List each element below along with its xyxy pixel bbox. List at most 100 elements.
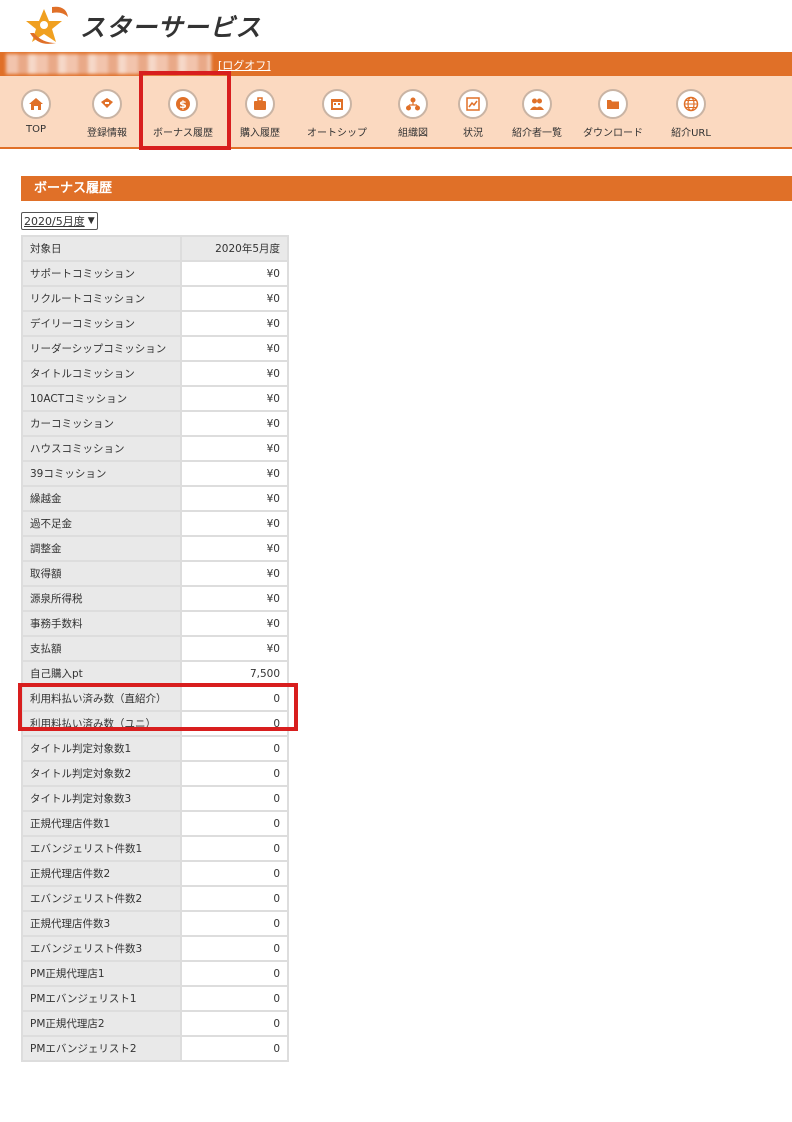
table-row: 正規代理店件数2 0 <box>23 862 287 885</box>
row-value: ¥0 <box>182 612 287 635</box>
table-row: 調整金 ¥0 <box>23 537 287 560</box>
dollar-icon: $ <box>168 89 198 119</box>
row-label: エバンジェリスト件数2 <box>23 887 180 910</box>
row-value: 0 <box>182 812 287 835</box>
svg-text:$: $ <box>179 98 187 111</box>
row-value: 0 <box>182 912 287 935</box>
row-value: 0 <box>182 1037 287 1060</box>
nav-item-bonus-history[interactable]: $ ボーナス履歴 <box>150 76 216 147</box>
row-label: デイリーコミッション <box>23 312 180 335</box>
row-value: 0 <box>182 787 287 810</box>
nav-item-autoship[interactable]: オートシップ <box>304 76 370 147</box>
row-value: ¥0 <box>182 512 287 535</box>
row-label: 利用料払い済み数（ユニ） <box>23 712 180 735</box>
row-value: ¥0 <box>182 487 287 510</box>
row-label: 過不足金 <box>23 512 180 535</box>
table-row: 取得額 ¥0 <box>23 562 287 585</box>
table-row: 正規代理店件数3 0 <box>23 912 287 935</box>
nav-item-purchase-history[interactable]: 購入履歴 <box>238 76 282 147</box>
row-value: 0 <box>182 837 287 860</box>
row-label: タイトル判定対象数2 <box>23 762 180 785</box>
table-row: PMエバンジェリスト2 0 <box>23 1037 287 1060</box>
row-value: ¥0 <box>182 562 287 585</box>
row-label: タイトルコミッション <box>23 362 180 385</box>
table-row: タイトルコミッション ¥0 <box>23 362 287 385</box>
row-label: 繰越金 <box>23 487 180 510</box>
briefcase-icon <box>245 89 275 119</box>
table-row: 自己購入pt 7,500 <box>23 662 287 685</box>
row-value: 0 <box>182 1012 287 1035</box>
table-row: 対象日 2020年5月度 <box>23 237 287 260</box>
calendar-icon <box>322 89 352 119</box>
nav-label: 紹介URL <box>671 128 711 139</box>
row-value: 0 <box>182 987 287 1010</box>
registration-icon <box>92 89 122 119</box>
row-value: ¥0 <box>182 437 287 460</box>
table-row: リーダーシップコミッション ¥0 <box>23 337 287 360</box>
table-row: 源泉所得税 ¥0 <box>23 587 287 610</box>
nav-label: 組織図 <box>398 128 428 139</box>
row-value: ¥0 <box>182 412 287 435</box>
table-row: デイリーコミッション ¥0 <box>23 312 287 335</box>
row-label: エバンジェリスト件数3 <box>23 937 180 960</box>
row-value: 0 <box>182 887 287 910</box>
row-value: ¥0 <box>182 587 287 610</box>
row-label: 10ACTコミッション <box>23 387 180 410</box>
nav-label: 登録情報 <box>87 128 127 139</box>
row-value: ¥0 <box>182 387 287 410</box>
table-row: 利用料払い済み数（直紹介） 0 <box>23 687 287 710</box>
row-value: ¥0 <box>182 312 287 335</box>
nav-label: 状況 <box>463 128 483 139</box>
row-label: エバンジェリスト件数1 <box>23 837 180 860</box>
row-label: 正規代理店件数3 <box>23 912 180 935</box>
chevron-down-icon: ▼ <box>87 216 95 226</box>
table-row: 支払額 ¥0 <box>23 637 287 660</box>
nav-item-download[interactable]: ダウンロード <box>582 76 644 147</box>
nav-item-referrer-list[interactable]: 紹介者一覧 <box>508 76 566 147</box>
row-value: ¥0 <box>182 637 287 660</box>
nav-label: 紹介者一覧 <box>512 128 562 139</box>
row-label: PMエバンジェリスト1 <box>23 987 180 1010</box>
star-logo-icon <box>26 6 68 44</box>
nav-item-registration[interactable]: 登録情報 <box>84 76 130 147</box>
nav-item-top[interactable]: TOP <box>20 76 52 147</box>
row-label: 調整金 <box>23 537 180 560</box>
site-name: スターサービス <box>80 13 262 42</box>
table-row: 39コミッション ¥0 <box>23 462 287 485</box>
org-chart-icon <box>398 89 428 119</box>
month-select-value: 2020/5月度 <box>24 215 85 228</box>
site-logo[interactable]: スターサービス <box>22 2 262 50</box>
row-label: 正規代理店件数2 <box>23 862 180 885</box>
row-value: 0 <box>182 712 287 735</box>
nav-label: TOP <box>25 124 46 135</box>
table-row: エバンジェリスト件数3 0 <box>23 937 287 960</box>
logoff-link[interactable]: [ログオフ] <box>218 57 271 73</box>
nav-item-referral-url[interactable]: 紹介URL <box>668 76 714 147</box>
row-label: PM正規代理店1 <box>23 962 180 985</box>
table-row: リクルートコミッション ¥0 <box>23 287 287 310</box>
table-row: タイトル判定対象数1 0 <box>23 737 287 760</box>
row-value: ¥0 <box>182 462 287 485</box>
nav-item-org-chart[interactable]: 組織図 <box>396 76 430 147</box>
table-row: 10ACTコミッション ¥0 <box>23 387 287 410</box>
row-label: 利用料払い済み数（直紹介） <box>23 687 180 710</box>
row-label: 事務手数料 <box>23 612 180 635</box>
month-select[interactable]: 2020/5月度 ▼ <box>21 212 98 230</box>
table-row: 正規代理店件数1 0 <box>23 812 287 835</box>
table-row: 繰越金 ¥0 <box>23 487 287 510</box>
row-value: ¥0 <box>182 337 287 360</box>
table-row: カーコミッション ¥0 <box>23 412 287 435</box>
table-row: ハウスコミッション ¥0 <box>23 437 287 460</box>
nav-label: ボーナス履歴 <box>153 128 213 139</box>
table-row: 事務手数料 ¥0 <box>23 612 287 635</box>
username-redacted <box>6 54 211 74</box>
row-label: PMエバンジェリスト2 <box>23 1037 180 1060</box>
chart-icon <box>458 89 488 119</box>
row-value: 0 <box>182 762 287 785</box>
row-label: 自己購入pt <box>23 662 180 685</box>
globe-icon <box>676 89 706 119</box>
row-value: ¥0 <box>182 287 287 310</box>
nav-item-status[interactable]: 状況 <box>458 76 488 147</box>
row-label: 正規代理店件数1 <box>23 812 180 835</box>
row-label: 39コミッション <box>23 462 180 485</box>
